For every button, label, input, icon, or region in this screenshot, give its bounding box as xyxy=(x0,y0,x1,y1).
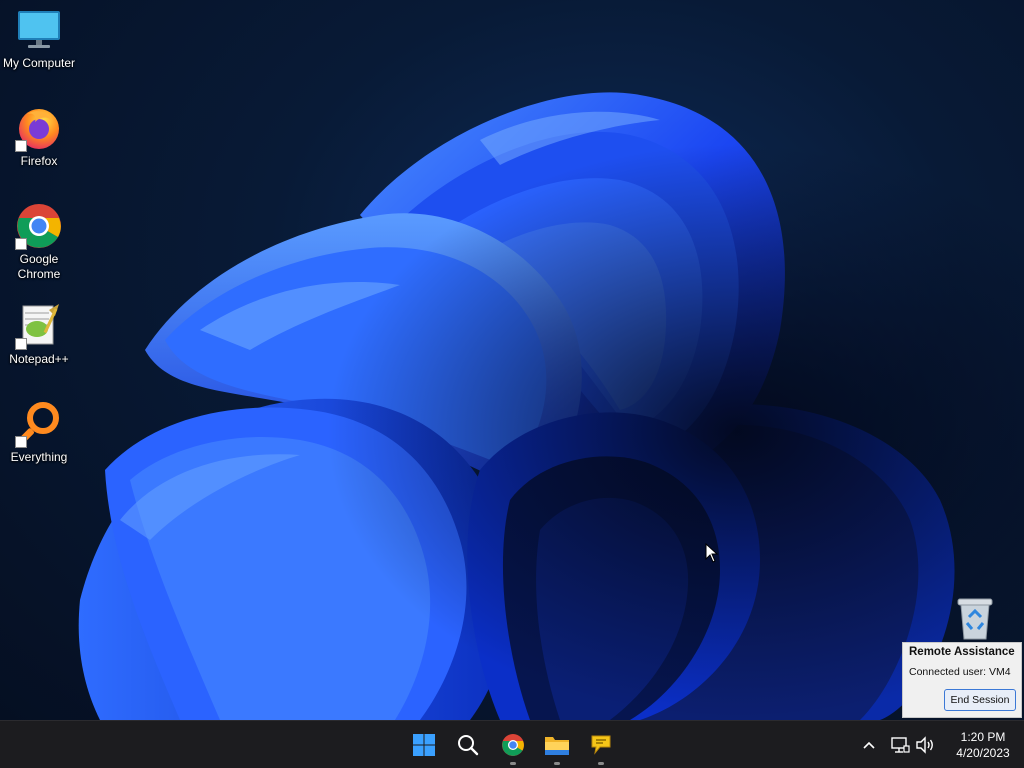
desktop: My Computer Firefox Google Chrome Notepa… xyxy=(0,0,1024,720)
taskbar-remote-assistance-button[interactable] xyxy=(585,729,617,765)
desktop-icon-chrome[interactable]: Google Chrome xyxy=(0,202,78,282)
network-icon[interactable] xyxy=(890,735,910,755)
taskbar: 1:20 PM 4/20/2023 xyxy=(0,720,1024,768)
shortcut-arrow-icon xyxy=(15,338,27,350)
desktop-icon-label: Everything xyxy=(10,450,68,464)
search-icon xyxy=(458,735,479,756)
chrome-icon xyxy=(15,202,63,250)
desktop-icon-my-computer[interactable]: My Computer xyxy=(0,6,78,71)
wallpaper-bloom xyxy=(0,0,1024,720)
clock-time: 1:20 PM xyxy=(960,730,1006,744)
taskbar-clock[interactable]: 1:20 PM 4/20/2023 xyxy=(944,729,1022,761)
end-session-button[interactable]: End Session xyxy=(944,689,1016,711)
taskbar-file-explorer-button[interactable] xyxy=(541,729,573,765)
volume-icon[interactable] xyxy=(915,735,935,755)
desktop-icon-label: My Computer xyxy=(2,56,76,70)
taskbar-chrome-button[interactable] xyxy=(497,729,529,765)
running-indicator xyxy=(598,762,604,765)
file-explorer-icon xyxy=(545,737,569,755)
desktop-icon-firefox[interactable]: Firefox xyxy=(0,104,78,169)
chrome-icon xyxy=(502,734,524,756)
desktop-icon-notepadpp[interactable]: Notepad++ xyxy=(0,302,78,367)
everything-icon xyxy=(15,400,63,448)
remote-assistance-title: Remote Assistance xyxy=(909,646,1015,658)
shortcut-arrow-icon xyxy=(15,238,27,250)
shortcut-arrow-icon xyxy=(15,140,27,152)
firefox-icon xyxy=(15,104,63,152)
desktop-icon-label: Firefox xyxy=(20,154,58,168)
running-indicator xyxy=(554,762,560,765)
clock-date: 4/20/2023 xyxy=(956,746,1010,760)
start-button[interactable] xyxy=(408,729,440,761)
recycle-bin-icon[interactable] xyxy=(955,597,995,641)
connected-user-text: Connected user: VM4 xyxy=(909,666,1011,678)
chevron-up-icon[interactable] xyxy=(859,735,879,755)
desktop-icon-label: Notepad++ xyxy=(9,352,69,366)
desktop-icon-everything[interactable]: Everything xyxy=(0,400,78,465)
monitor-icon xyxy=(15,6,63,54)
shortcut-arrow-icon xyxy=(15,436,27,448)
remote-assistance-icon xyxy=(591,735,611,755)
remote-assistance-panel: Remote Assistance Connected user: VM4 En… xyxy=(902,642,1022,718)
taskbar-search-button[interactable] xyxy=(452,729,484,761)
running-indicator xyxy=(510,762,516,765)
desktop-icon-label: Google Chrome xyxy=(17,252,61,281)
notepadpp-icon xyxy=(15,302,63,350)
mouse-cursor-icon xyxy=(705,543,719,563)
windows-start-icon xyxy=(413,734,435,756)
